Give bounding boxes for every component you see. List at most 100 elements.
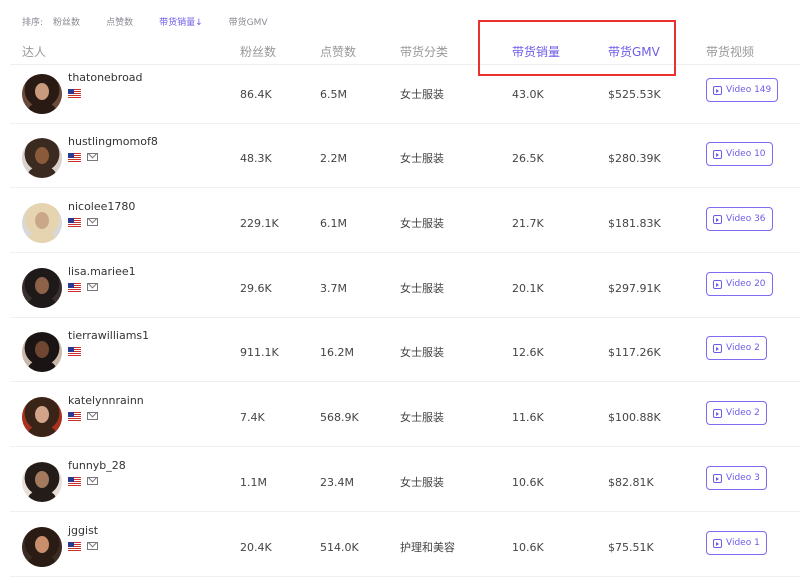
likes-cell: 568.9K	[320, 411, 359, 424]
creator-icons	[68, 411, 98, 421]
avatar-body	[28, 425, 56, 437]
creator-name[interactable]: funnyb_28	[68, 459, 126, 472]
creator-name[interactable]: jggist	[68, 524, 98, 537]
avatar-face	[35, 536, 49, 553]
us-flag-icon	[68, 217, 81, 227]
likes-cell: 2.2M	[320, 152, 347, 165]
us-flag-icon	[68, 282, 81, 292]
video-button[interactable]: Video 20	[706, 272, 773, 296]
video-button[interactable]: Video 2	[706, 401, 767, 425]
col-likes[interactable]: 点赞数	[320, 43, 356, 60]
creator-name[interactable]: thatonebroad	[68, 71, 143, 84]
avatar[interactable]	[22, 397, 62, 437]
video-icon	[713, 149, 722, 159]
video-button[interactable]: Video 10	[706, 142, 773, 166]
followers-cell: 20.4K	[240, 541, 272, 554]
likes-cell: 6.5M	[320, 88, 347, 101]
followers-cell: 29.6K	[240, 282, 272, 295]
creator-icons	[68, 152, 98, 162]
followers-cell: 911.1K	[240, 346, 279, 359]
category-cell: 女士服装	[400, 346, 444, 359]
video-button[interactable]: Video 2	[706, 336, 767, 360]
video-button-label: Video 20	[726, 279, 766, 289]
creator-name[interactable]: hustlingmomof8	[68, 135, 158, 148]
table-row[interactable]: hustlingmomof8 48.3K 2.2M 女士服装 26.5K $280.39K…	[10, 131, 800, 188]
avatar-body	[28, 555, 56, 567]
avatar[interactable]	[22, 462, 62, 502]
category-cell: 女士服装	[400, 152, 444, 165]
avatar-body	[28, 360, 56, 372]
mail-icon[interactable]	[87, 412, 98, 420]
gmv-cell: $280.39K	[608, 152, 661, 165]
table-header: 达人 粉丝数 点赞数 带货分类 带货销量 带货GMV 带货视频	[10, 34, 800, 65]
likes-cell: 16.2M	[320, 346, 354, 359]
table-row[interactable]: funnyb_28 1.1M 23.4M 女士服装 10.6K $82.81K Video …	[10, 455, 800, 512]
avatar[interactable]	[22, 332, 62, 372]
category-cell: 女士服装	[400, 476, 444, 489]
avatar[interactable]	[22, 268, 62, 308]
creator-name[interactable]: nicolee1780	[68, 200, 135, 213]
followers-cell: 1.1M	[240, 476, 267, 489]
table-row[interactable]: lisa.mariee1 29.6K 3.7M 女士服装 20.1K $297.91K Vi…	[10, 261, 800, 318]
mail-icon[interactable]	[87, 477, 98, 485]
video-button-label: Video 2	[726, 408, 760, 418]
video-button[interactable]: Video 3	[706, 466, 767, 490]
sort-option-followers[interactable]: 粉丝数	[53, 15, 80, 28]
avatar[interactable]	[22, 74, 62, 114]
mail-icon[interactable]	[87, 218, 98, 226]
video-button[interactable]: Video 1	[706, 531, 767, 555]
sales-cell: 26.5K	[512, 152, 544, 165]
sales-cell: 20.1K	[512, 282, 544, 295]
likes-cell: 514.0K	[320, 541, 359, 554]
table-row[interactable]: thatonebroad 86.4K 6.5M 女士服装 43.0K $525.53K Vi…	[10, 67, 800, 124]
avatar-body	[28, 231, 56, 243]
col-gmv[interactable]: 带货GMV	[608, 43, 660, 60]
video-icon	[713, 214, 722, 224]
col-videos: 带货视频	[706, 45, 755, 59]
sort-option-likes[interactable]: 点赞数	[106, 15, 133, 28]
table-row[interactable]: katelynnrainn 7.4K 568.9K 女士服装 11.6K $100.88K…	[10, 390, 800, 447]
col-followers[interactable]: 粉丝数	[240, 43, 276, 60]
video-button-label: Video 149	[726, 85, 772, 95]
video-icon	[713, 538, 722, 548]
avatar-body	[28, 102, 56, 114]
avatar[interactable]	[22, 527, 62, 567]
video-button-label: Video 36	[726, 214, 766, 224]
mail-icon[interactable]	[87, 153, 98, 161]
gmv-cell: $525.53K	[608, 88, 661, 101]
creator-icons	[68, 541, 98, 551]
category-cell: 护理和美容	[400, 541, 455, 554]
avatar-face	[35, 277, 49, 294]
category-cell: 女士服装	[400, 88, 444, 101]
avatar[interactable]	[22, 138, 62, 178]
video-button-label: Video 10	[726, 149, 766, 159]
gmv-cell: $117.26K	[608, 346, 661, 359]
sales-cell: 10.6K	[512, 541, 544, 554]
sort-option-gmv[interactable]: 带货GMV	[229, 15, 268, 28]
creator-name[interactable]: tierrawilliams1	[68, 329, 149, 342]
table-row[interactable]: tierrawilliams1 911.1K 16.2M 女士服装 12.6K $117.…	[10, 325, 800, 382]
creator-name[interactable]: katelynnrainn	[68, 394, 144, 407]
avatar-face	[35, 341, 49, 358]
us-flag-icon	[68, 541, 81, 551]
table-row[interactable]: jggist 20.4K 514.0K 护理和美容 10.6K $75.51K Video …	[10, 520, 800, 577]
table-row[interactable]: nicolee1780 229.1K 6.1M 女士服装 21.7K $181.83K Vi…	[10, 196, 800, 253]
creator-name[interactable]: lisa.mariee1	[68, 265, 136, 278]
video-button-label: Video 3	[726, 473, 760, 483]
video-button[interactable]: Video 36	[706, 207, 773, 231]
creator-icons	[68, 282, 98, 292]
gmv-cell: $297.91K	[608, 282, 661, 295]
mail-icon[interactable]	[87, 283, 98, 291]
avatar[interactable]	[22, 203, 62, 243]
us-flag-icon	[68, 346, 81, 356]
col-sales[interactable]: 带货销量	[512, 43, 560, 60]
col-creator: 达人	[22, 45, 47, 59]
video-button[interactable]: Video 149	[706, 78, 779, 102]
followers-cell: 229.1K	[240, 217, 279, 230]
mail-icon[interactable]	[87, 542, 98, 550]
sort-option-sales[interactable]: 带货销量↓	[159, 15, 203, 28]
creator-icons	[68, 88, 87, 98]
us-flag-icon	[68, 411, 81, 421]
creator-icons	[68, 476, 98, 486]
video-button-label: Video 2	[726, 343, 760, 353]
